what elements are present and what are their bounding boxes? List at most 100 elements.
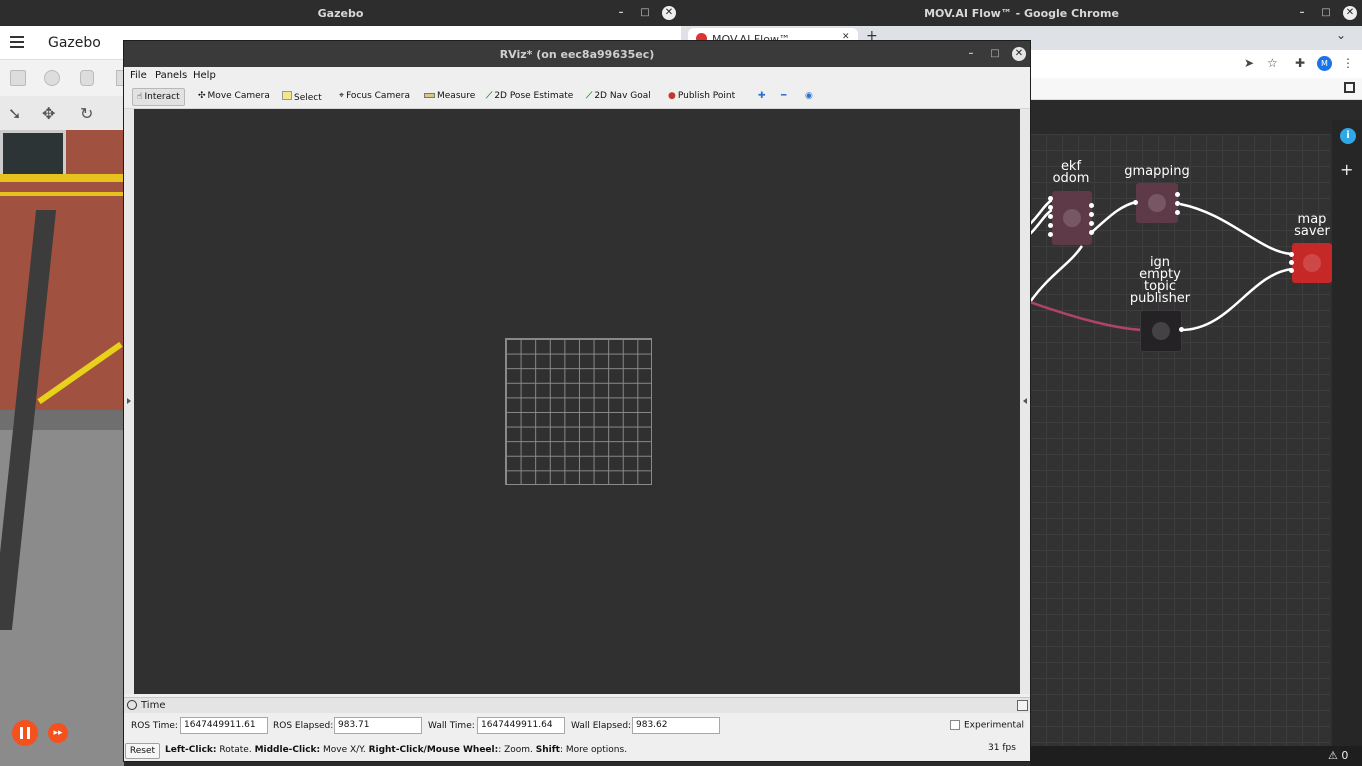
port[interactable] xyxy=(1048,214,1053,219)
port[interactable] xyxy=(1175,201,1180,206)
node-label-map-saver: map saver xyxy=(1294,212,1330,239)
gazebo-transform-toolbar: ➘ ✥ ↻ xyxy=(0,96,124,130)
tool-publish-point[interactable]: ● Publish Point xyxy=(664,88,739,106)
rotate-icon[interactable]: ↻ xyxy=(80,104,93,123)
expand-left-icon xyxy=(127,398,131,404)
rviz-statusbar: Reset Left-Click: Rotate. Middle-Click: … xyxy=(124,741,1030,761)
rviz-maximize-button[interactable]: □ xyxy=(988,47,1002,61)
wall-time-field[interactable]: 1647449911.64 xyxy=(477,717,565,734)
node-label-gmapping: gmapping xyxy=(1124,164,1190,179)
fullscreen-icon[interactable] xyxy=(1344,82,1355,93)
port[interactable] xyxy=(1289,252,1294,257)
select-box-icon xyxy=(282,91,292,100)
gazebo-window-title: Gazebo xyxy=(317,7,364,20)
chrome-menu-icon[interactable]: ⋮ xyxy=(1342,56,1354,70)
green-arrow-icon: ⟋ xyxy=(486,91,493,101)
green-arrow-icon: ⟋ xyxy=(586,91,593,101)
experimental-toggle[interactable]: Experimental xyxy=(950,720,1024,731)
rviz-close-button[interactable]: ✕ xyxy=(1012,47,1026,61)
select-arrow-icon[interactable]: ➘ xyxy=(8,104,21,123)
ros-time-field[interactable]: 1647449911.61 xyxy=(180,717,268,734)
port[interactable] xyxy=(1048,205,1053,210)
info-icon[interactable]: i xyxy=(1340,128,1356,144)
rviz-menubar: File Panels Help xyxy=(124,67,1030,85)
tab-search-dropdown[interactable]: ⌄ xyxy=(1336,28,1346,42)
flow-topbar xyxy=(1030,100,1362,134)
add-tool-button[interactable]: ✚ xyxy=(754,88,770,106)
gazebo-minimize-button[interactable]: – xyxy=(614,6,628,20)
step-forward-button[interactable]: ▸▸ xyxy=(48,723,68,743)
port[interactable] xyxy=(1289,260,1294,265)
translate-icon[interactable]: ✥ xyxy=(42,104,55,123)
wall-elapsed-field[interactable]: 983.62 xyxy=(632,717,720,734)
map-pin-icon: ● xyxy=(668,91,676,101)
menu-help[interactable]: Help xyxy=(193,70,216,81)
cylinder-shape-icon[interactable] xyxy=(80,70,94,86)
warning-indicator[interactable]: ⚠ 0 xyxy=(1328,749,1348,762)
port[interactable] xyxy=(1175,210,1180,215)
port[interactable] xyxy=(1048,223,1053,228)
left-dock-handle[interactable] xyxy=(124,109,134,694)
box-shape-icon[interactable] xyxy=(10,70,26,86)
right-dock-handle[interactable] xyxy=(1020,109,1030,694)
port[interactable] xyxy=(1289,268,1294,273)
wire xyxy=(1030,245,1084,303)
wall-time-label: Wall Time: xyxy=(428,721,475,731)
bookmark-star-icon[interactable]: ☆ xyxy=(1267,56,1278,70)
wire xyxy=(1091,200,1137,233)
hamburger-menu-icon[interactable] xyxy=(10,36,24,48)
port[interactable] xyxy=(1089,221,1094,226)
port[interactable] xyxy=(1089,203,1094,208)
tool-2d-nav-goal[interactable]: ⟋ 2D Nav Goal xyxy=(582,88,655,106)
chrome-maximize-button[interactable]: □ xyxy=(1319,6,1333,20)
hand-icon: ☝ xyxy=(137,92,143,102)
wire xyxy=(1180,267,1293,332)
profile-avatar[interactable]: M xyxy=(1317,56,1332,71)
tool-measure[interactable]: Measure xyxy=(420,88,479,106)
chrome-close-button[interactable]: ✕ xyxy=(1343,6,1357,20)
tool-properties-button[interactable]: ◉ xyxy=(801,88,817,106)
status-hint: Left-Click: Rotate. Middle-Click: Move X… xyxy=(165,745,628,755)
node-map-saver[interactable] xyxy=(1292,243,1332,283)
menu-panels[interactable]: Panels xyxy=(155,70,187,81)
wall-elapsed-label: Wall Elapsed: xyxy=(571,721,632,731)
node-gmapping[interactable] xyxy=(1136,183,1178,223)
pause-button[interactable] xyxy=(12,720,38,746)
sphere-shape-icon[interactable] xyxy=(44,70,60,86)
port[interactable] xyxy=(1089,212,1094,217)
gazebo-close-button[interactable]: ✕ xyxy=(662,6,676,20)
remove-tool-button[interactable]: ━ xyxy=(777,88,790,106)
port[interactable] xyxy=(1089,230,1094,235)
menu-file[interactable]: File xyxy=(130,70,147,81)
add-node-icon[interactable]: + xyxy=(1340,160,1353,179)
port[interactable] xyxy=(1175,192,1180,197)
extensions-icon[interactable]: ✚ xyxy=(1295,56,1305,70)
tool-focus-camera[interactable]: ⌖ Focus Camera xyxy=(335,88,414,106)
tool-select[interactable]: Select xyxy=(278,88,326,106)
rviz-minimize-button[interactable]: – xyxy=(964,47,978,61)
rviz-3d-view[interactable] xyxy=(134,109,1020,694)
float-panel-button[interactable] xyxy=(1017,700,1028,711)
port[interactable] xyxy=(1179,327,1184,332)
reset-button[interactable]: Reset xyxy=(125,743,160,759)
node-label-ekf: ekf odom xyxy=(1052,159,1090,186)
crosshair-icon: ⌖ xyxy=(339,91,345,101)
plus-icon: ✚ xyxy=(758,91,766,101)
tool-2d-pose-estimate[interactable]: ⟋ 2D Pose Estimate xyxy=(482,88,577,106)
node-ekf-odom[interactable] xyxy=(1052,191,1092,245)
gazebo-3d-scene[interactable] xyxy=(0,130,124,766)
port[interactable] xyxy=(1133,200,1138,205)
chrome-toolbar: ➤ ☆ ✚ ⋮ xyxy=(1030,50,1362,78)
chrome-minimize-button[interactable]: – xyxy=(1295,6,1309,20)
rviz-window-title: RViz* (on eec8a99635ec) xyxy=(499,48,655,61)
experimental-checkbox[interactable] xyxy=(950,720,960,730)
tool-interact[interactable]: ☝ Interact xyxy=(132,88,185,106)
port[interactable] xyxy=(1048,232,1053,237)
gazebo-maximize-button[interactable]: □ xyxy=(638,6,652,20)
send-icon[interactable]: ➤ xyxy=(1244,56,1254,70)
port[interactable] xyxy=(1048,196,1053,201)
ros-elapsed-field[interactable]: 983.71 xyxy=(334,717,422,734)
window-pane xyxy=(0,130,66,180)
node-ign-empty-topic-publisher[interactable] xyxy=(1140,310,1182,352)
tool-move-camera[interactable]: ✣ Move Camera xyxy=(194,88,274,106)
